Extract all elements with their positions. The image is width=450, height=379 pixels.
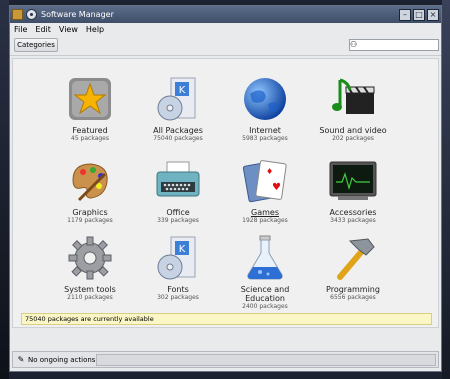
info-bar: 75040 packages are currently available xyxy=(21,313,432,325)
fonts-package-icon: K xyxy=(153,233,203,283)
window-menu-icon[interactable] xyxy=(26,9,37,20)
star-icon xyxy=(65,74,115,124)
software-manager-window: Software Manager – □ × File Edit View He… xyxy=(9,5,450,372)
menu-help[interactable]: Help xyxy=(86,25,104,34)
category-count: 202 packages xyxy=(332,135,374,142)
search-box: ⚇ xyxy=(349,39,450,51)
category-label: System tools xyxy=(64,285,116,294)
category-fonts[interactable]: K Fonts 302 packages xyxy=(138,233,218,301)
category-games[interactable]: ♦ ♥ Games 1928 packages xyxy=(225,156,305,224)
desktop-background-right xyxy=(442,0,450,379)
category-label: Programming xyxy=(326,285,380,294)
palette-icon xyxy=(65,156,115,206)
search-input[interactable] xyxy=(357,40,450,50)
music-clapper-icon xyxy=(328,74,378,124)
category-label: Office xyxy=(166,208,190,217)
category-count: 45 packages xyxy=(71,135,109,142)
status-text: No ongoing actions xyxy=(28,355,96,364)
svg-text:K: K xyxy=(179,85,186,96)
category-label: Science and Education xyxy=(240,285,290,303)
gear-icon xyxy=(65,233,115,283)
category-count: 339 packages xyxy=(157,217,199,224)
category-science-and-education[interactable]: Science and Education 2400 packages xyxy=(225,233,305,310)
menu-view[interactable]: View xyxy=(59,25,78,34)
toolbar: Categories ⚇ xyxy=(10,36,450,56)
category-internet[interactable]: Internet 5983 packages xyxy=(225,74,305,142)
menu-edit[interactable]: Edit xyxy=(35,25,51,34)
category-featured[interactable]: Featured 45 packages xyxy=(50,74,130,142)
category-label: Fonts xyxy=(167,285,189,294)
category-count: 302 packages xyxy=(157,294,199,301)
category-label: Internet xyxy=(249,126,281,135)
category-count: 2110 packages xyxy=(67,294,113,301)
category-sound-and-video[interactable]: Sound and video 202 packages xyxy=(313,74,393,142)
title-bar[interactable]: Software Manager – □ × xyxy=(10,6,441,23)
category-grid: Featured 45 packages K All Packages 7504… xyxy=(12,58,439,328)
category-count: 75040 packages xyxy=(153,135,203,142)
playing-cards-icon: ♦ ♥ xyxy=(240,156,290,206)
typewriter-icon xyxy=(153,156,203,206)
terminal-icon xyxy=(328,156,378,206)
category-label: Sound and video xyxy=(319,126,387,135)
svg-text:♥: ♥ xyxy=(272,182,281,193)
category-programming[interactable]: Programming 6556 packages xyxy=(313,233,393,301)
status-bar: ✎ No ongoing actions xyxy=(12,351,439,368)
binoculars-icon: ⚇ xyxy=(350,40,358,49)
globe-icon xyxy=(240,74,290,124)
svg-text:K: K xyxy=(179,244,186,255)
category-accessories[interactable]: Accessories 3433 packages xyxy=(313,156,393,224)
category-label: Games xyxy=(251,208,279,217)
category-count: 6556 packages xyxy=(330,294,376,301)
status-action-icon: ✎ xyxy=(17,355,25,364)
category-count: 2400 packages xyxy=(242,303,288,310)
desktop-background-left xyxy=(0,0,9,379)
category-label: Graphics xyxy=(72,208,108,217)
category-system-tools[interactable]: System tools 2110 packages xyxy=(50,233,130,301)
minimize-button[interactable]: – xyxy=(399,8,411,21)
category-count: 1928 packages xyxy=(242,217,288,224)
progress-bar xyxy=(96,353,436,366)
menu-file[interactable]: File xyxy=(14,25,27,34)
app-icon[interactable] xyxy=(12,9,23,20)
category-count: 3433 packages xyxy=(330,217,376,224)
category-office[interactable]: Office 339 packages xyxy=(138,156,218,224)
category-graphics[interactable]: Graphics 1179 packages xyxy=(50,156,130,224)
window-title: Software Manager xyxy=(41,10,114,19)
category-label: All Packages xyxy=(153,126,203,135)
category-all-packages[interactable]: K All Packages 75040 packages xyxy=(138,74,218,142)
svg-text:♦: ♦ xyxy=(266,167,273,176)
hammer-icon xyxy=(328,233,378,283)
menu-bar: File Edit View Help xyxy=(10,23,441,36)
category-count: 5983 packages xyxy=(242,135,288,142)
category-label: Accessories xyxy=(329,208,377,217)
category-count: 1179 packages xyxy=(67,217,113,224)
category-label: Featured xyxy=(72,126,108,135)
categories-button[interactable]: Categories xyxy=(14,38,58,52)
close-button[interactable]: × xyxy=(427,8,439,21)
flask-icon xyxy=(240,233,290,283)
package-cd-icon: K xyxy=(153,74,203,124)
maximize-button[interactable]: □ xyxy=(413,8,425,21)
